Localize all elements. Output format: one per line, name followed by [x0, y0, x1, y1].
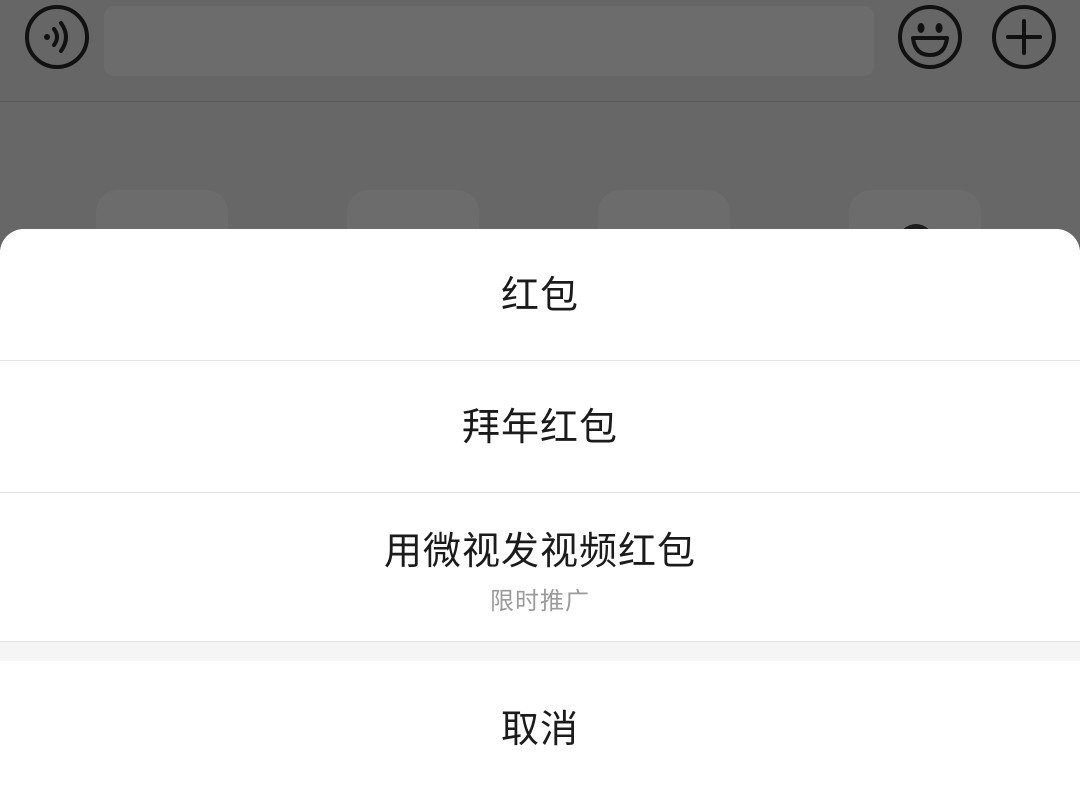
message-input[interactable]	[104, 6, 874, 76]
option-label: 红包	[500, 273, 579, 317]
voice-icon[interactable]	[24, 4, 90, 70]
cancel-label: 取消	[500, 707, 579, 751]
red-packet-action-sheet: 红包 拜年红包 用微视发视频红包 限时推广 取消	[0, 229, 1080, 792]
emoji-icon[interactable]	[897, 4, 963, 70]
option-label: 拜年红包	[461, 405, 618, 449]
sheet-divider-gap	[0, 642, 1080, 661]
option-red-packet[interactable]: 红包	[0, 229, 1080, 361]
option-new-year-red-packet[interactable]: 拜年红包	[0, 361, 1080, 493]
option-label: 用微视发视频红包	[383, 529, 696, 573]
cancel-button[interactable]: 取消	[0, 661, 1080, 792]
option-weishi-video-red-packet[interactable]: 用微视发视频红包 限时推广	[0, 493, 1080, 642]
plus-icon[interactable]	[991, 4, 1057, 70]
option-sublabel: 限时推广	[490, 587, 590, 615]
chat-input-bar	[0, 0, 1080, 102]
